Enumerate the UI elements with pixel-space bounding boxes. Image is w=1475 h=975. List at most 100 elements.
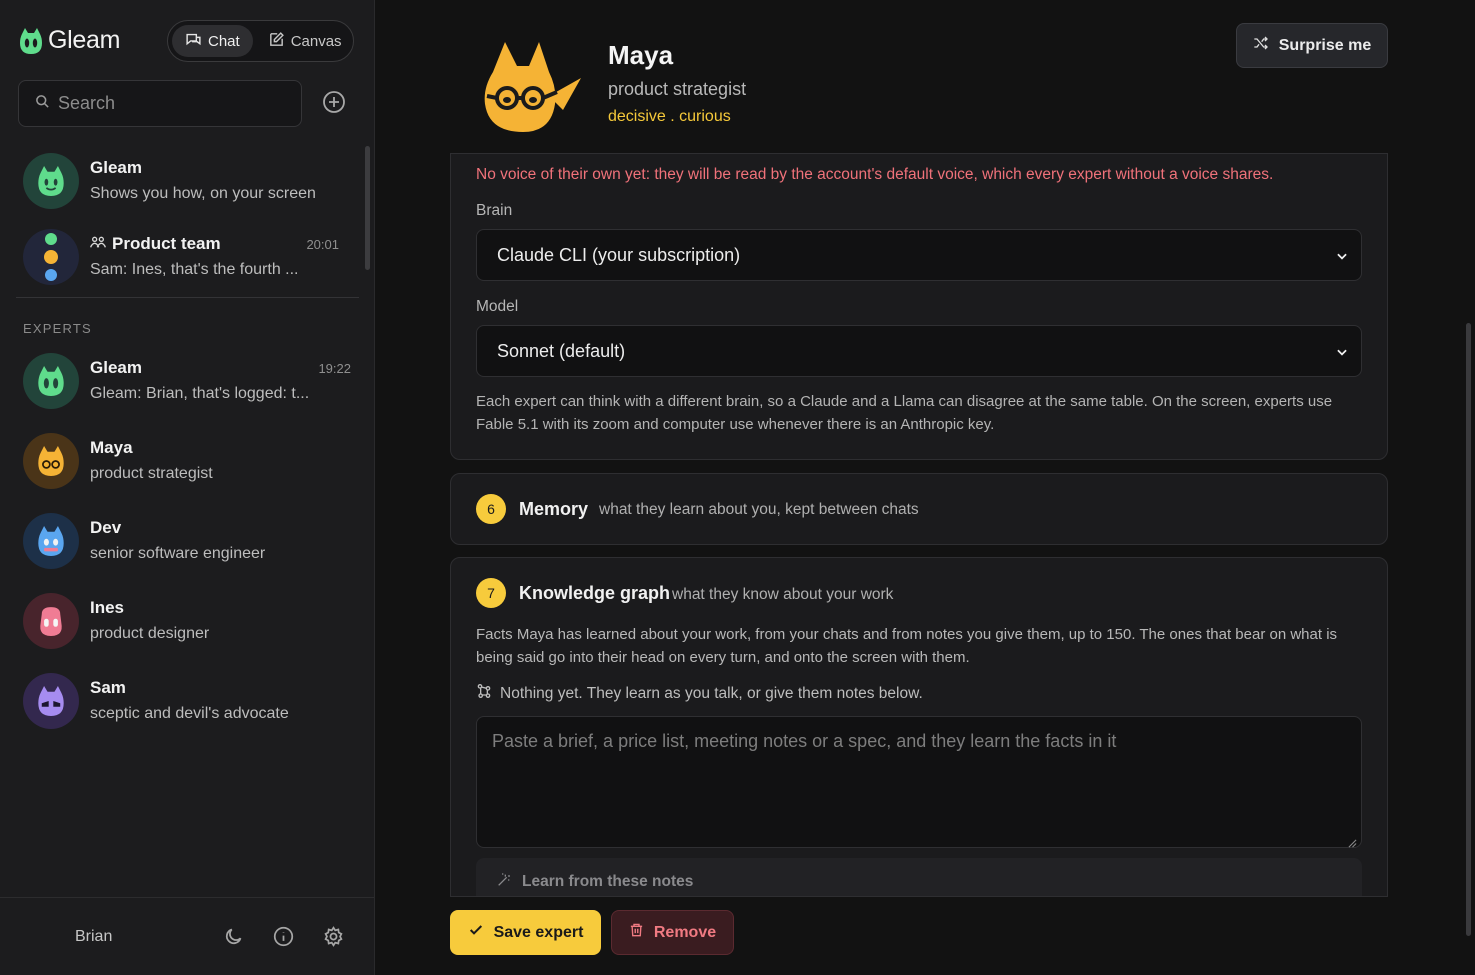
divider [16,297,359,298]
expert-preview: Gleam: Brian, that's logged: t... [90,385,310,402]
save-expert-label: Save expert [493,923,584,941]
shuffle-icon [1253,36,1269,55]
expert-item-maya[interactable]: Maya product strategist [16,425,359,505]
brain-card: No voice of their own yet: they will be … [450,153,1388,460]
expert-item-sam[interactable]: Sam sceptic and devil's advocate [16,665,359,745]
remove-expert-button[interactable]: Remove [611,910,734,955]
profile-name[interactable]: Maya [608,40,673,71]
knowledge-graph-empty-text: Nothing yet. They learn as you talk, or … [500,684,923,702]
info-icon [273,926,294,947]
save-expert-button[interactable]: Save expert [450,910,601,955]
gleam-avatar-icon [38,166,64,196]
new-chat-button[interactable] [322,90,348,116]
conversation-item-product-team[interactable]: Product team Sam: Ines, that's the fourt… [16,221,359,297]
expert-role: senior software engineer [90,545,266,562]
chat-mode-label: Chat [208,32,240,50]
search-box [18,80,302,127]
learn-from-notes-label: Learn from these notes [522,873,694,890]
graph-icon [476,683,492,704]
model-label: Model [476,298,519,315]
step-badge: 7 [476,578,506,608]
expert-role: product designer [90,625,210,642]
expert-role: sceptic and devil's advocate [90,705,289,722]
conversation-preview: Sam: Ines, that's the fourth ... [90,261,299,278]
brain-label: Brain [476,202,513,219]
brand[interactable]: Gleam [20,26,120,55]
chat-icon [185,31,202,52]
profile-traits[interactable]: decisive . curious [608,108,731,126]
conversation-preview: Shows you how, on your screen [90,185,316,202]
model-select-value: Sonnet (default) [497,340,626,361]
expert-name: Sam [90,678,126,697]
edit-icon [268,31,285,52]
chat-mode-button[interactable]: Chat [172,25,253,57]
expert-name: Maya [90,438,133,457]
group-avatar-icon [44,233,58,281]
expert-name: Ines [90,598,125,617]
memory-title: Memory [519,499,589,519]
conversation-list: Gleam Shows you how, on your screen Prod… [16,145,359,297]
avatar [23,673,79,729]
brain-select[interactable]: Claude CLI (your subscription) [476,229,1362,281]
gear-icon [324,926,343,947]
ines-avatar-icon [40,607,62,636]
model-select[interactable]: Sonnet (default) [476,325,1362,377]
search-icon [35,94,50,114]
maya-avatar-icon [38,446,64,476]
canvas-mode-label: Canvas [290,32,342,50]
canvas-mode-button[interactable]: Canvas [255,25,355,57]
voice-warning: No voice of their own yet: they will be … [476,166,1274,183]
magic-wand-icon [496,872,512,893]
experts-list: Gleam Gleam: Brian, that's logged: t... … [16,345,359,745]
surprise-me-button[interactable]: Surprise me [1236,23,1388,68]
sidebar: Gleam Chat Canvas Search Gleam Shows you… [0,0,375,975]
avatar [23,153,79,209]
learn-from-notes-button[interactable]: Learn from these notes [476,858,1362,896]
knowledge-graph-description: Facts Maya has learned about your work, … [476,626,1338,666]
check-icon [468,922,484,943]
knowledge-graph-empty-state: Nothing yet. They learn as you talk, or … [476,683,923,704]
profile-role[interactable]: product strategist [608,79,746,100]
avatar [23,593,79,649]
expert-item-ines[interactable]: Ines product designer [16,585,359,665]
settings-button[interactable] [323,926,345,948]
sidebar-scrollbar[interactable] [365,146,370,270]
chevron-down-icon [1335,343,1349,364]
experts-section-label: EXPERTS [23,321,92,336]
sam-avatar-icon [38,686,64,716]
remove-expert-label: Remove [653,923,717,941]
knowledge-graph-card: 7 Knowledge graph what they know about y… [450,557,1388,897]
group-icon [90,234,106,254]
knowledge-graph-title: Knowledge graph [519,583,671,603]
expert-role: product strategist [90,465,213,482]
theme-toggle-button[interactable] [223,926,245,948]
expert-item-gleam[interactable]: Gleam Gleam: Brian, that's logged: t... … [16,345,359,425]
user-name[interactable]: Brian [75,928,112,946]
notes-textarea[interactable] [476,716,1362,848]
brain-note: Each expert can think with a different b… [476,393,1333,433]
info-button[interactable] [273,926,295,948]
brand-name: Gleam [48,26,121,54]
conversation-item-gleam[interactable]: Gleam Shows you how, on your screen [16,145,359,221]
expert-time: 19:22 [318,361,351,376]
memory-subtitle: what they learn about you, kept between … [599,501,919,518]
expert-name: Dev [90,518,122,537]
moon-icon [225,928,242,945]
plus-circle-icon [323,91,345,113]
memory-card[interactable]: 6 Memory what they learn about you, kept… [450,473,1388,545]
group-avatar [23,229,79,285]
expert-item-dev[interactable]: Dev senior software engineer [16,505,359,585]
mode-toggle: Chat Canvas [167,20,354,62]
surprise-me-label: Surprise me [1278,36,1372,54]
knowledge-graph-subtitle: what they know about your work [672,586,894,603]
conversation-time: 20:01 [306,237,339,252]
search-input[interactable] [58,93,288,114]
gleam-logo-icon [20,27,42,54]
main-scrollbar[interactable] [1466,323,1471,936]
resize-handle-icon[interactable] [1348,835,1357,853]
chevron-down-icon [1335,247,1349,268]
step-badge: 6 [476,494,506,524]
maya-profile-avatar-icon [483,40,587,134]
brain-select-value: Claude CLI (your subscription) [497,244,741,265]
dev-avatar-icon [38,526,64,556]
